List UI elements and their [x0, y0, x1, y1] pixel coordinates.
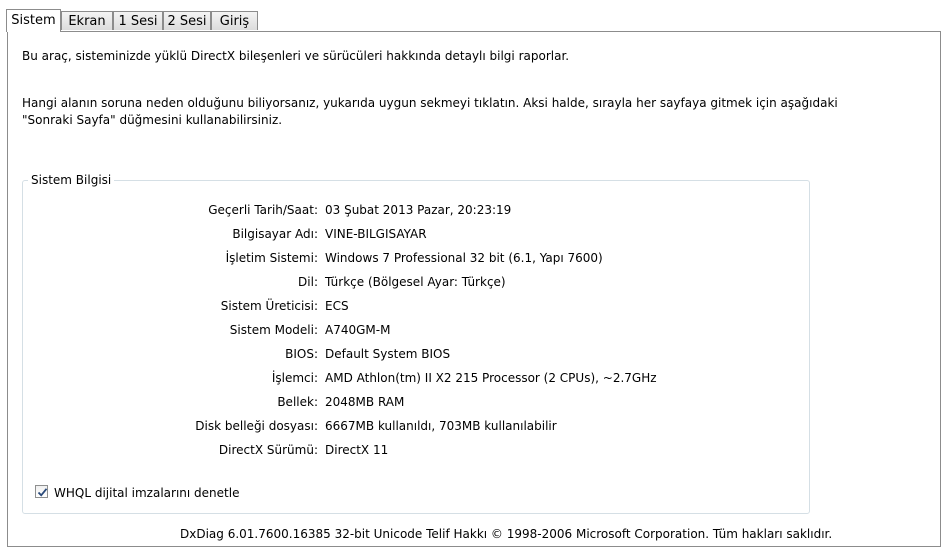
info-label-language: Dil: [298, 275, 318, 289]
info-row: DirectX Sürümü: DirectX 11 [0, 442, 948, 462]
info-value-date: 03 Şubat 2013 Pazar, 20:23:19 [325, 203, 512, 217]
tab-content: Bu araç, sisteminizde yüklü DirectX bile… [0, 0, 948, 559]
info-label-os: İşletim Sistemi: [225, 251, 318, 265]
tab-sistem[interactable]: Sistem [6, 9, 61, 32]
system-info-title: Sistem Bilgisi [28, 172, 115, 188]
info-row: Disk belleği dosyası: 6667MB kullanıldı,… [0, 418, 948, 438]
info-label-bios: BIOS: [285, 347, 318, 361]
info-row: İşletim Sistemi: Windows 7 Professional … [0, 250, 948, 270]
info-label-processor: İşlemci: [271, 371, 318, 385]
info-value-directx-version: DirectX 11 [325, 443, 389, 457]
info-label-directx-version: DirectX Sürümü: [218, 443, 318, 457]
info-value-memory: 2048MB RAM [325, 395, 405, 409]
info-value-page-file: 6667MB kullanıldı, 703MB kullanılabilir [325, 419, 557, 433]
info-row: Sistem Üreticisi: ECS [0, 298, 948, 318]
info-label-manufacturer: Sistem Üreticisi: [220, 299, 318, 313]
info-value-os: Windows 7 Professional 32 bit (6.1, Yapı… [325, 251, 603, 265]
info-label-date: Geçerli Tarih/Saat: [208, 203, 318, 217]
info-row: İşlemci: AMD Athlon(tm) II X2 215 Proces… [0, 370, 948, 390]
check-mark-icon [37, 488, 48, 497]
info-row: Dil: Türkçe (Bölgesel Ayar: Türkçe) [0, 274, 948, 294]
info-row: Sistem Modeli: A740GM-M [0, 322, 948, 342]
info-row: Geçerli Tarih/Saat: 03 Şubat 2013 Pazar,… [0, 202, 948, 222]
info-value-model: A740GM-M [325, 323, 391, 337]
info-label-computer-name: Bilgisayar Adı: [232, 227, 318, 241]
info-label-model: Sistem Modeli: [229, 323, 318, 337]
info-value-computer-name: VINE-BILGISAYAR [325, 227, 427, 241]
intro-text-1: Bu araç, sisteminizde yüklü DirectX bile… [22, 49, 570, 63]
info-value-manufacturer: ECS [325, 299, 349, 313]
info-value-bios: Default System BIOS [325, 347, 451, 361]
info-value-language: Türkçe (Bölgesel Ayar: Türkçe) [325, 275, 506, 289]
info-label-memory: Bellek: [277, 395, 318, 409]
info-row: Bilgisayar Adı: VINE-BILGISAYAR [0, 226, 948, 246]
intro-text-2: Hangi alanın soruna neden olduğunu biliy… [22, 96, 838, 110]
info-value-processor: AMD Athlon(tm) II X2 215 Processor (2 CP… [325, 371, 657, 385]
info-row: Bellek: 2048MB RAM [0, 394, 948, 414]
whql-checkbox-label[interactable]: WHQL dijital imzalarını denetle [54, 485, 239, 501]
info-label-page-file: Disk belleği dosyası: [195, 419, 318, 433]
copyright-footer: DxDiag 6.01.7600.16385 32-bit Unicode Te… [180, 527, 833, 541]
whql-checkbox[interactable] [35, 485, 48, 498]
info-row: BIOS: Default System BIOS [0, 346, 948, 366]
intro-text-3: "Sonraki Sayfa" düğmesini kullanabilirsi… [22, 113, 283, 127]
